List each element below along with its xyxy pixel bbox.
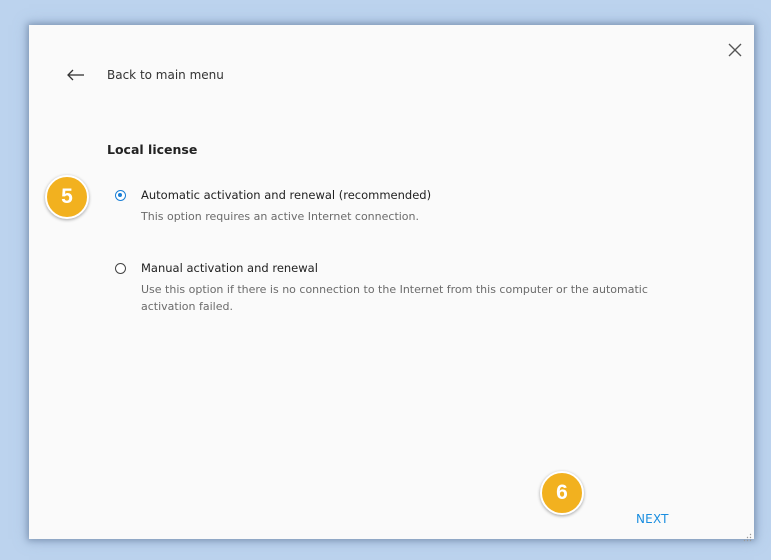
arrow-left-icon: [67, 69, 84, 81]
option-label[interactable]: Manual activation and renewal: [141, 261, 661, 276]
close-icon: [728, 43, 742, 57]
back-to-main-menu-link[interactable]: Back to main menu: [67, 68, 224, 82]
close-button[interactable]: [727, 42, 743, 58]
step-callout-6: 6: [540, 471, 584, 515]
option-text: Manual activation and renewal Use this o…: [141, 261, 661, 315]
next-button[interactable]: NEXT: [636, 512, 669, 526]
license-dialog: Back to main menu Local license Automati…: [29, 25, 754, 542]
option-text: Automatic activation and renewal (recomm…: [141, 188, 661, 225]
back-link-label: Back to main menu: [107, 68, 224, 82]
option-label[interactable]: Automatic activation and renewal (recomm…: [141, 188, 661, 203]
radio-manual-activation[interactable]: [115, 263, 126, 274]
step-callout-5: 5: [45, 175, 89, 219]
radio-automatic-activation[interactable]: [115, 190, 126, 201]
option-description: This option requires an active Internet …: [141, 210, 420, 223]
option-description: Use this option if there is no connectio…: [141, 283, 648, 313]
option-automatic-activation: Automatic activation and renewal (recomm…: [115, 188, 661, 225]
option-manual-activation: Manual activation and renewal Use this o…: [115, 261, 661, 315]
section-title: Local license: [107, 142, 198, 157]
resize-grip-icon[interactable]: [742, 527, 752, 542]
